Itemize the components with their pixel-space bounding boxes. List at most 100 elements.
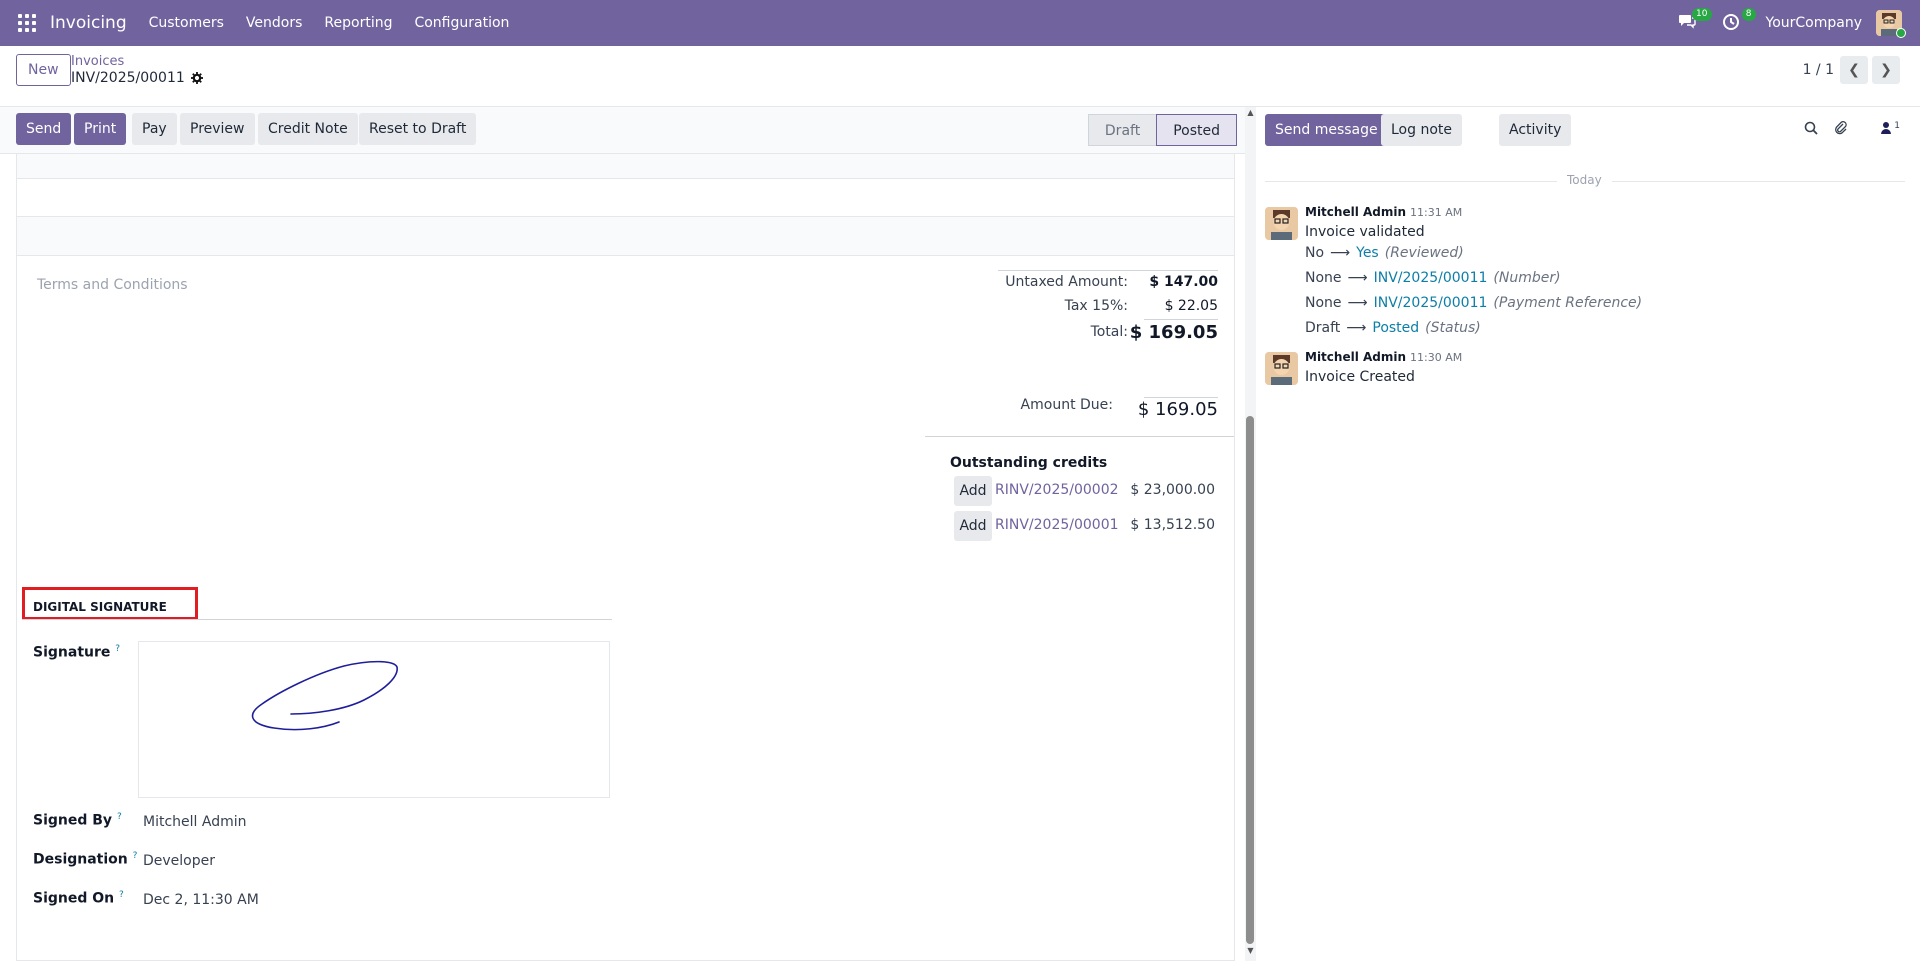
outstanding-credits-title: Outstanding credits bbox=[950, 455, 1108, 471]
table-row bbox=[17, 216, 1234, 256]
credit-note-button[interactable]: Credit Note bbox=[258, 113, 358, 145]
add-credit-button[interactable]: Add bbox=[954, 511, 992, 541]
paperclip-icon[interactable] bbox=[1834, 121, 1848, 135]
signed-on-label: Signed On ? bbox=[33, 890, 124, 907]
signature-pad[interactable] bbox=[138, 641, 610, 798]
message-time: 11:30 AM bbox=[1410, 351, 1463, 364]
chevron-left-icon: ❮ bbox=[1848, 62, 1860, 78]
pager-next-button[interactable]: ❯ bbox=[1872, 56, 1900, 84]
presence-indicator bbox=[1896, 28, 1906, 38]
credit-amount: $ 13,512.50 bbox=[1130, 517, 1215, 533]
add-credit-button[interactable]: Add bbox=[954, 476, 992, 506]
stage-draft[interactable]: Draft bbox=[1087, 114, 1157, 146]
breadcrumb-current: INV/2025/00011 bbox=[71, 70, 203, 86]
activities-badge: 8 bbox=[1741, 8, 1756, 21]
chatter-topbar-icons: 1 bbox=[1788, 121, 1900, 135]
chevron-right-icon: ❯ bbox=[1880, 62, 1892, 78]
tax-value: $ 22.05 bbox=[1164, 298, 1218, 314]
outstanding-divider bbox=[925, 436, 1234, 437]
preview-button[interactable]: Preview bbox=[180, 113, 255, 145]
breadcrumb-invoices[interactable]: Invoices bbox=[71, 54, 124, 69]
app-name[interactable]: Invoicing bbox=[50, 13, 127, 33]
messages-icon[interactable]: 10 bbox=[1678, 8, 1712, 33]
activities-icon[interactable]: 8 bbox=[1722, 8, 1756, 33]
control-panel: New Invoices INV/2025/00011 1 / 1 ❮ ❯ bbox=[0, 46, 1920, 107]
total-value: $ 169.05 bbox=[1129, 322, 1218, 343]
record-name: INV/2025/00011 bbox=[71, 70, 185, 86]
menu-customers[interactable]: Customers bbox=[149, 15, 224, 31]
status-pipeline: Draft Posted bbox=[1087, 114, 1237, 146]
avatar[interactable] bbox=[1265, 352, 1298, 385]
message-author[interactable]: Mitchell Admin 11:31 AM bbox=[1305, 205, 1462, 219]
form-statusbar: Send Print Pay Preview Credit Note Reset… bbox=[0, 107, 1246, 154]
user-icon bbox=[1881, 122, 1892, 134]
reset-to-draft-button[interactable]: Reset to Draft bbox=[359, 113, 477, 145]
menu-configuration[interactable]: Configuration bbox=[414, 15, 509, 31]
signature-drawing bbox=[251, 660, 398, 731]
followers-count: 1 bbox=[1894, 121, 1900, 131]
amount-due-label: Amount Due: bbox=[1020, 397, 1113, 413]
tracking-value: No ⟶ Yes (Reviewed) bbox=[1305, 245, 1464, 261]
avatar[interactable] bbox=[1265, 207, 1298, 240]
digital-signature-heading: DIGITAL SIGNATURE bbox=[33, 600, 167, 614]
print-button[interactable]: Print bbox=[74, 113, 127, 145]
followers-button[interactable]: 1 bbox=[1864, 121, 1900, 135]
help-tooltip-icon[interactable]: ? bbox=[117, 812, 122, 822]
credit-reference-link[interactable]: RINV/2025/00001 bbox=[995, 517, 1119, 533]
pager-previous-button[interactable]: ❮ bbox=[1840, 56, 1868, 84]
signed-on-value[interactable]: Dec 2, 11:30 AM bbox=[143, 892, 259, 908]
pager-value[interactable]: 1 / 1 bbox=[1803, 62, 1834, 78]
untaxed-amount-label: Untaxed Amount: bbox=[1005, 274, 1128, 290]
help-tooltip-icon[interactable]: ? bbox=[119, 890, 124, 900]
chatter-panel: Send message Log note Activity 1 Today M… bbox=[1257, 107, 1920, 961]
menu-vendors[interactable]: Vendors bbox=[246, 15, 302, 31]
gear-icon[interactable] bbox=[190, 72, 203, 84]
send-button[interactable]: Send bbox=[16, 113, 72, 145]
top-navbar: Invoicing Customers Vendors Reporting Co… bbox=[0, 0, 1920, 46]
new-button[interactable]: New bbox=[16, 54, 71, 86]
signed-by-label: Signed By ? bbox=[33, 812, 122, 829]
help-tooltip-icon[interactable]: ? bbox=[133, 851, 138, 861]
signature-label: Signature ? bbox=[33, 644, 121, 661]
scrollbar-thumb[interactable] bbox=[1246, 416, 1254, 944]
message-author[interactable]: Mitchell Admin 11:30 AM bbox=[1305, 350, 1462, 364]
log-note-button[interactable]: Log note bbox=[1381, 114, 1462, 146]
company-switcher[interactable]: YourCompany bbox=[1766, 15, 1863, 31]
total-label: Total: bbox=[1090, 324, 1128, 340]
help-tooltip-icon[interactable]: ? bbox=[115, 644, 120, 654]
message-time: 11:31 AM bbox=[1410, 206, 1463, 219]
amount-due-divider bbox=[1144, 397, 1218, 398]
scroll-down-icon[interactable]: ▼ bbox=[1245, 946, 1256, 955]
date-separator: Today bbox=[1557, 173, 1612, 187]
total-divider bbox=[1144, 319, 1218, 320]
message-body: Invoice validated bbox=[1305, 224, 1425, 240]
signed-by-value[interactable]: Mitchell Admin bbox=[143, 814, 247, 830]
activity-button[interactable]: Activity bbox=[1499, 114, 1572, 146]
amount-due-value: $ 169.05 bbox=[1137, 399, 1218, 420]
tax-label: Tax 15%: bbox=[1064, 298, 1128, 314]
tracking-value: None ⟶ INV/2025/00011 (Number) bbox=[1305, 270, 1561, 286]
stage-posted[interactable]: Posted bbox=[1156, 114, 1237, 146]
invoice-form-sheet: Terms and Conditions Untaxed Amount: $ 1… bbox=[16, 154, 1235, 961]
messages-badge: 10 bbox=[1692, 8, 1712, 21]
section-separator bbox=[22, 619, 612, 620]
scroll-up-icon[interactable]: ▲ bbox=[1245, 108, 1256, 117]
arrow-right-icon: ⟶ bbox=[1330, 245, 1351, 261]
totals-divider bbox=[998, 270, 1218, 271]
tracking-value: None ⟶ INV/2025/00011 (Payment Reference) bbox=[1305, 295, 1643, 311]
table-row bbox=[17, 154, 1234, 179]
credit-amount: $ 23,000.00 bbox=[1130, 482, 1215, 498]
pay-button[interactable]: Pay bbox=[132, 113, 177, 145]
send-message-button[interactable]: Send message bbox=[1265, 114, 1388, 146]
tracking-value: Draft ⟶ Posted (Status) bbox=[1305, 320, 1481, 336]
terms-and-conditions-field[interactable]: Terms and Conditions bbox=[37, 277, 188, 293]
message-body: Invoice Created bbox=[1305, 369, 1415, 385]
arrow-right-icon: ⟶ bbox=[1346, 320, 1367, 336]
search-icon[interactable] bbox=[1804, 121, 1818, 135]
designation-value[interactable]: Developer bbox=[143, 853, 215, 869]
menu-reporting[interactable]: Reporting bbox=[324, 15, 392, 31]
arrow-right-icon: ⟶ bbox=[1347, 295, 1368, 311]
credit-reference-link[interactable]: RINV/2025/00002 bbox=[995, 482, 1119, 498]
untaxed-amount-value: $ 147.00 bbox=[1149, 274, 1218, 290]
apps-menu-icon[interactable] bbox=[18, 14, 36, 32]
